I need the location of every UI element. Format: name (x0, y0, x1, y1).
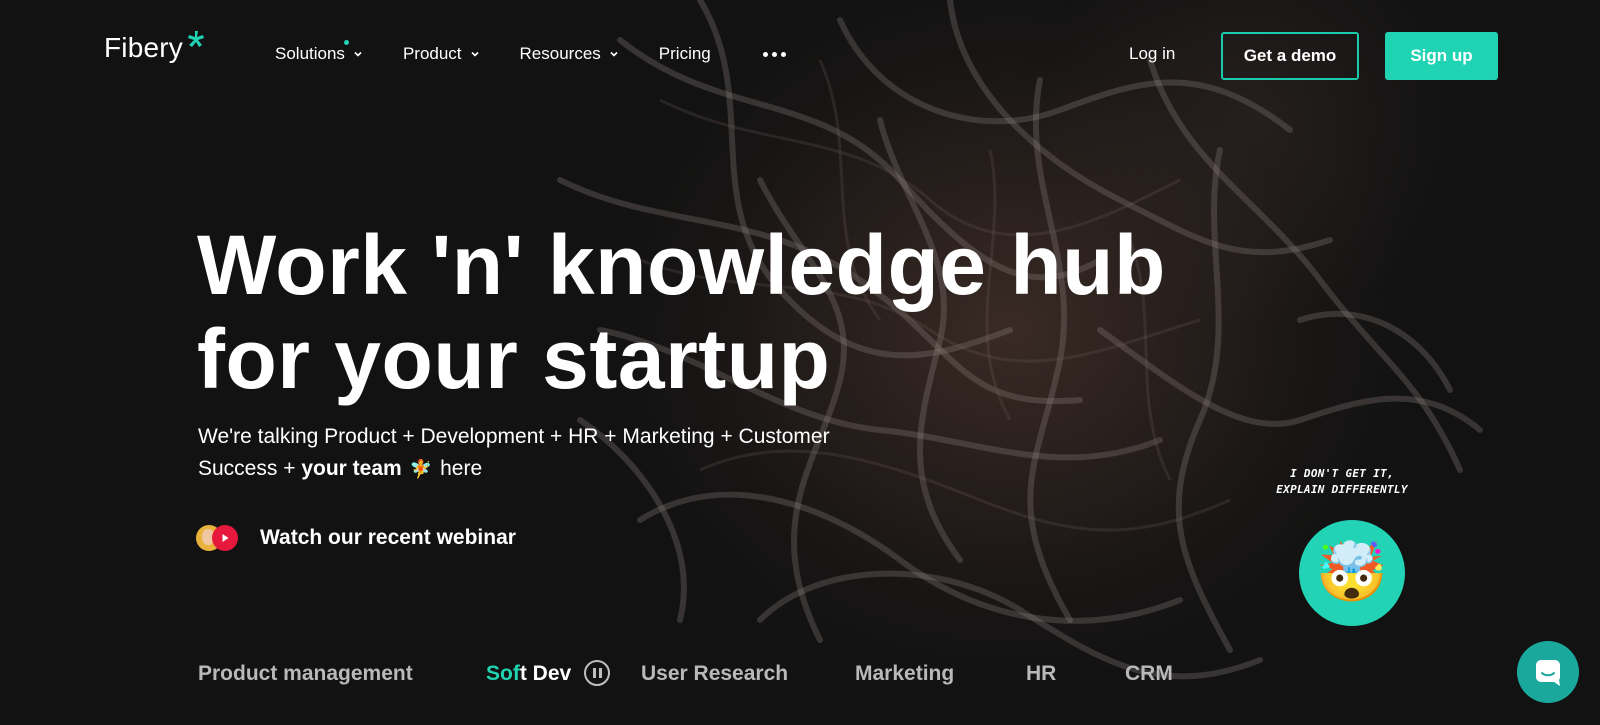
nav-item-solutions[interactable]: Solutions (275, 40, 363, 64)
tab-product-management[interactable]: Product management (198, 662, 413, 686)
tab-soft-dev-highlight: Sof (486, 662, 520, 685)
more-dots-icon[interactable] (762, 51, 786, 57)
explain-differently-label: I DON'T GET IT, EXPLAIN DIFFERENTLY (1262, 466, 1422, 498)
pause-icon[interactable] (584, 660, 610, 686)
tab-crm[interactable]: CRM (1125, 662, 1173, 686)
hero-subtitle-bold: your team (301, 457, 402, 480)
get-demo-button[interactable]: Get a demo (1221, 32, 1359, 80)
chat-launcher-button[interactable] (1517, 641, 1579, 703)
chevron-down-icon (470, 51, 479, 57)
tab-soft-dev[interactable]: Soft Dev (486, 662, 571, 686)
hero-subtitle-prefix: Success + (198, 457, 302, 480)
watch-webinar-link[interactable]: Watch our recent webinar (196, 525, 516, 551)
nav-item-product[interactable]: Product (403, 44, 480, 64)
nav-item-label: Product (402, 44, 462, 63)
hero-subtitle-line-1: We're talking Product + Development + HR… (198, 425, 830, 448)
play-icon (212, 525, 238, 551)
tab-soft-dev-rest: t Dev (519, 662, 572, 685)
explain-line-1: I DON'T GET IT, (1290, 467, 1394, 480)
nav-item-resources[interactable]: Resources (520, 44, 619, 64)
chat-icon (1536, 660, 1560, 686)
tab-marketing[interactable]: Marketing (855, 662, 954, 686)
new-indicator-dot (343, 40, 349, 45)
chevron-down-icon (610, 51, 618, 57)
explain-differently-button[interactable]: 🤯 (1299, 520, 1405, 626)
tab-user-research[interactable]: User Research (641, 662, 788, 686)
exploding-head-emoji-icon: 🤯 (1315, 540, 1389, 605)
nav-item-label: Resources (519, 44, 601, 63)
sign-up-button[interactable]: Sign up (1385, 32, 1498, 80)
hero-subtitle: We're talking Product + Development + HR… (198, 421, 898, 485)
site-header: Fibery Solutions Product Resources Prici… (0, 0, 1600, 110)
hero-title-line-2: for your startup (197, 312, 831, 406)
chevron-down-icon (354, 51, 362, 57)
hero-title: Work 'n' knowledge hub for your startup (197, 218, 1297, 406)
nav-item-pricing[interactable]: Pricing (659, 44, 711, 64)
fibery-logo[interactable]: Fibery (104, 31, 206, 64)
nav-item-label: Pricing (658, 44, 711, 63)
logo-text: Fibery (104, 32, 183, 63)
fairy-emoji-icon: 🧚 (409, 459, 433, 479)
nav-item-label: Solutions (275, 44, 345, 63)
hero-title-line-1: Work 'n' knowledge hub (197, 218, 1166, 312)
main-nav: Solutions Product Resources Pricing (275, 40, 786, 64)
fibery-logo-icon (188, 31, 204, 47)
webinar-label: Watch our recent webinar (260, 526, 516, 549)
login-link[interactable]: Log in (1129, 44, 1175, 64)
explain-line-2: EXPLAIN DIFFERENTLY (1276, 483, 1408, 496)
tab-hr[interactable]: HR (1026, 662, 1056, 686)
hero-subtitle-suffix: here (440, 457, 483, 480)
